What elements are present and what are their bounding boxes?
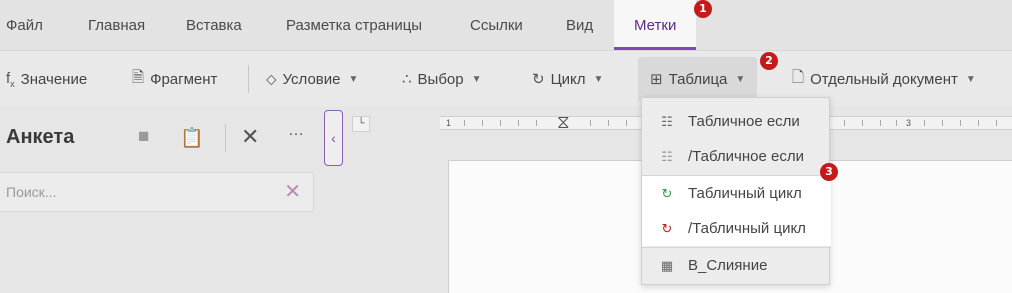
menu-item-table-loop[interactable]: ↻ Табличный цикл	[642, 176, 831, 211]
ruler-label: 3	[906, 118, 912, 128]
fragment-icon: 🗎	[132, 68, 145, 86]
menu-item-label: /Табличный цикл	[688, 220, 806, 237]
close-icon[interactable]: ✕	[241, 124, 259, 150]
clear-icon[interactable]: ✕	[284, 179, 301, 204]
tab-insert[interactable]: Вставка	[186, 0, 242, 50]
panel-divider	[225, 124, 226, 152]
tab-stop-selector[interactable]: └	[352, 116, 370, 132]
menu-item-label: В_Слияние	[688, 257, 768, 274]
table-dropdown-menu: ☷ Табличное если ☷ /Табличное если ↻ Таб…	[641, 97, 831, 285]
ruler-tick	[862, 120, 863, 126]
table-label: Таблица	[668, 70, 728, 88]
ruler-tick	[482, 120, 483, 126]
chevron-down-icon: ▼	[593, 73, 604, 85]
loop-icon: ↻	[532, 71, 545, 88]
table-loop-icon: ↻	[661, 185, 673, 201]
toolbar-divider	[248, 65, 249, 93]
ruler-tick	[942, 120, 943, 126]
menu-item-merge[interactable]: ▦ В_Слияние	[642, 248, 831, 283]
table-button[interactable]: ⊞ Таблица ▼	[638, 57, 758, 101]
table-if-end-icon: ☷	[661, 148, 673, 164]
ruler-tick	[844, 120, 845, 126]
ruler-tick	[590, 120, 591, 126]
ruler-tick	[500, 120, 501, 126]
ruler-tick	[996, 120, 997, 126]
ruler-tick	[518, 120, 519, 126]
value-button[interactable]: fx Значение	[6, 51, 87, 107]
document-icon: 🗋	[792, 68, 805, 86]
ruler-tick	[536, 120, 537, 126]
ruler-tick	[608, 120, 609, 126]
ruler-tick	[978, 120, 979, 126]
tab-tags[interactable]: Метки	[614, 0, 697, 50]
menu-item-label: /Табличное если	[688, 148, 804, 165]
chevron-down-icon: ▼	[735, 73, 746, 85]
menu-item-label: Табличный цикл	[688, 185, 802, 202]
table-icon: ⊞	[650, 71, 663, 88]
function-icon: fx	[6, 69, 15, 89]
copy-icon[interactable]: ■	[138, 126, 149, 148]
menu-item-table-loop-end[interactable]: ↻ /Табличный цикл	[642, 211, 831, 246]
value-label: Значение	[20, 70, 88, 88]
chevron-down-icon: ▼	[471, 73, 482, 85]
tab-references[interactable]: Ссылки	[470, 0, 523, 50]
choice-icon: ∴	[402, 71, 412, 88]
table-loop-end-icon: ↻	[661, 220, 673, 236]
ruler-tick	[924, 120, 925, 126]
merge-icon: ▦	[660, 257, 674, 273]
step-badge-1: 1	[694, 0, 712, 18]
panel-title: Анкета	[6, 126, 75, 148]
choice-label: Выбор	[417, 70, 464, 88]
ruler-label: 1	[446, 118, 452, 128]
fragment-label: Фрагмент	[150, 70, 218, 88]
ruler-tick	[626, 120, 627, 126]
separate-document-label: Отдельный документ	[810, 70, 958, 88]
ruler-tick	[960, 120, 961, 126]
menu-item-table-if-end[interactable]: ☷ /Табличное если	[642, 139, 831, 174]
collapse-panel-button[interactable]: ‹	[324, 110, 343, 166]
tab-home[interactable]: Главная	[88, 0, 145, 50]
tab-page-layout[interactable]: Разметка страницы	[286, 0, 422, 50]
condition-label: Условие	[282, 70, 341, 88]
tab-file[interactable]: Файл	[6, 0, 43, 50]
chevron-down-icon: ▼	[965, 73, 976, 85]
step-badge-2: 2	[760, 52, 778, 70]
fragment-button[interactable]: 🗎 Фрагмент	[132, 51, 217, 107]
more-icon[interactable]: …	[288, 122, 304, 140]
search-field[interactable]: Поиск... ✕	[0, 172, 314, 212]
menu-item-label: Табличное если	[688, 113, 800, 130]
loop-button[interactable]: ↻ Цикл ▼	[532, 51, 603, 107]
choice-button[interactable]: ∴ Выбор ▼	[402, 51, 482, 107]
ruler-tick	[880, 120, 881, 126]
menu-bar: Файл Главная Вставка Разметка страницы С…	[0, 0, 1012, 50]
condition-button[interactable]: ⬦ Условие ▼	[266, 51, 358, 107]
loop-label: Цикл	[550, 70, 586, 88]
indent-marker-icon[interactable]: ⧖	[557, 112, 570, 133]
condition-icon: ⬦	[266, 70, 277, 88]
clipboard-icon[interactable]: 📋	[180, 126, 204, 150]
side-panel: Анкета ■ 📋 ✕ … Поиск... ✕	[0, 106, 322, 293]
tab-view[interactable]: Вид	[566, 0, 593, 50]
table-if-icon: ☷	[661, 113, 673, 129]
step-badge-3: 3	[820, 163, 838, 181]
ruler-tick	[464, 120, 465, 126]
chevron-down-icon: ▼	[348, 73, 359, 85]
search-input[interactable]: Поиск...	[6, 184, 56, 200]
menu-item-table-if[interactable]: ☷ Табличное если	[642, 104, 831, 139]
ruler-tick	[896, 120, 897, 126]
ribbon-toolbar: fx Значение 🗎 Фрагмент ⬦ Условие ▼ ∴ Выб…	[0, 50, 1012, 106]
